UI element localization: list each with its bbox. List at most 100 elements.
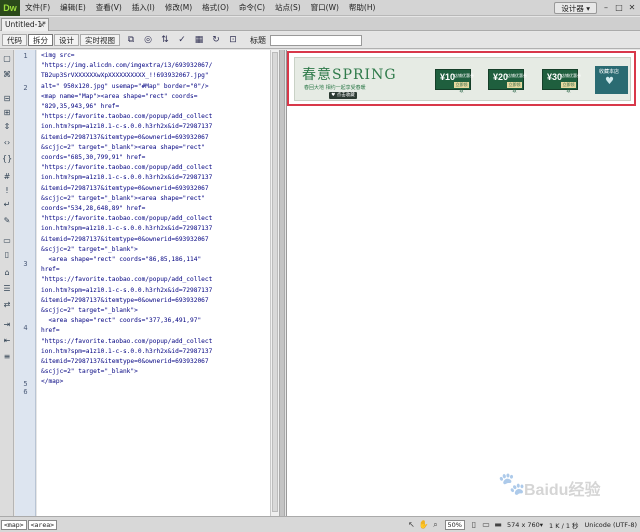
- coupon-30[interactable]: ¥30 店铺优惠券 立即领取: [542, 69, 581, 93]
- code-line[interactable]: coords="534,28,648,89" href=: [41, 205, 145, 213]
- code-line[interactable]: </map>: [41, 378, 63, 386]
- hand-tool-icon[interactable]: ✋: [419, 520, 429, 530]
- word-wrap-icon[interactable]: ↵: [2, 200, 12, 210]
- tag-selector-map[interactable]: <map>: [1, 519, 27, 530]
- split-view-button[interactable]: 拆分: [28, 34, 53, 46]
- code-scrollbar-thumb[interactable]: [272, 52, 278, 512]
- code-line[interactable]: ion.htm?spm=a1z10.1-c-s.0.0.h3rh2x&id=72…: [41, 225, 212, 233]
- syntax-error-icon[interactable]: ✎: [2, 216, 12, 226]
- code-line[interactable]: &scjjc=2" target="_blank"><area shape="r…: [41, 144, 205, 152]
- code-line[interactable]: &itemid=72987137&itemtype=0&ownerid=6939…: [41, 358, 209, 366]
- multiscreen-icon[interactable]: ⧉: [124, 34, 138, 46]
- menu-view[interactable]: 查看(V): [91, 0, 127, 16]
- code-line[interactable]: ion.htm?spm=a1z10.1-c-s.0.0.h3rh2x&id=72…: [41, 123, 212, 131]
- code-line[interactable]: <area shape="rect" coords="86,85,186,114…: [41, 256, 201, 264]
- coupon-20[interactable]: ¥20 店铺优惠券 立即领取: [488, 69, 527, 93]
- code-line[interactable]: "https://favorite.taobao.com/popup/add_c…: [41, 276, 212, 284]
- code-line[interactable]: <area shape="rect" coords="377,36,491,97…: [41, 317, 201, 325]
- coupon-get-button[interactable]: 立即领取: [561, 82, 576, 93]
- code-scrollbar[interactable]: [270, 50, 279, 516]
- design-view-button[interactable]: 设计: [54, 34, 79, 46]
- preview-browser-icon[interactable]: ◎: [141, 34, 155, 46]
- format-source-icon[interactable]: ≡: [2, 352, 12, 362]
- split-divider[interactable]: [279, 50, 285, 516]
- menu-commands[interactable]: 命令(C): [234, 0, 270, 16]
- code-editor[interactable]: <img src= "https://img.alicdn.com/imgextr…: [37, 50, 270, 516]
- banner-image[interactable]: 春意SPRING 春回大地 相约一起享受春暖 ♥ 点击收藏 ¥10 店铺优惠券 …: [294, 57, 631, 101]
- code-line[interactable]: alt=" 950x120.jpg" usemap="#Map" border=…: [41, 83, 209, 91]
- collapse-tag-icon[interactable]: ⊟: [2, 94, 12, 104]
- code-line[interactable]: <img src=: [41, 52, 75, 60]
- file-management-icon[interactable]: ⇅: [158, 34, 172, 46]
- code-line[interactable]: "https://favorite.taobao.com/popup/add_c…: [41, 164, 212, 172]
- code-line[interactable]: "https://img.alicdn.com/imgextra/i3/6939…: [41, 62, 212, 70]
- outdent-icon[interactable]: ⇤: [2, 336, 12, 346]
- menu-help[interactable]: 帮助(H): [344, 0, 381, 16]
- code-line[interactable]: &itemid=72987137&itemtype=0&ownerid=6939…: [41, 297, 209, 305]
- code-line[interactable]: "https://favorite.taobao.com/popup/add_c…: [41, 215, 212, 223]
- close-tab-icon[interactable]: ×: [39, 19, 45, 31]
- menu-window[interactable]: 窗口(W): [306, 0, 344, 16]
- recent-snippets-icon[interactable]: ☰: [2, 284, 12, 294]
- workspace-switcher[interactable]: 设计器 ▾: [554, 1, 597, 14]
- menu-file[interactable]: 文件(F): [20, 0, 55, 16]
- code-line[interactable]: &itemid=72987137&itemtype=0&ownerid=6939…: [41, 134, 209, 142]
- live-view-button[interactable]: 实时视图: [80, 34, 120, 46]
- title-input[interactable]: [270, 34, 362, 46]
- code-line[interactable]: &scjjc=2" target="_blank"><area shape="r…: [41, 195, 205, 203]
- select-tool-icon[interactable]: ↖: [407, 520, 417, 530]
- favorite-store-block[interactable]: 收藏本店 ♥: [595, 66, 628, 94]
- menu-format[interactable]: 格式(O): [197, 0, 234, 16]
- menu-site[interactable]: 站点(S): [270, 0, 306, 16]
- open-documents-icon[interactable]: ▢: [2, 54, 12, 64]
- show-code-navigator-icon[interactable]: ⌘: [2, 70, 12, 80]
- coupon-get-button[interactable]: 立即领取: [507, 82, 522, 93]
- mobile-size-icon[interactable]: ▯: [469, 520, 479, 530]
- tag-selector-area[interactable]: <area>: [27, 519, 58, 530]
- selected-image-frame[interactable]: 春意SPRING 春回大地 相约一起享受春暖 ♥ 点击收藏 ¥10 店铺优惠券 …: [287, 51, 636, 106]
- collapse-selection-icon[interactable]: ⊞: [2, 108, 12, 118]
- apply-comment-icon[interactable]: ▭: [2, 236, 12, 246]
- visual-aids-icon[interactable]: ▦: [192, 34, 206, 46]
- code-line[interactable]: ion.htm?spm=a1z10.1-c-s.0.0.h3rh2x&id=72…: [41, 287, 212, 295]
- inspect-icon[interactable]: ⊡: [226, 34, 240, 46]
- banner-collect-tag[interactable]: ♥ 点击收藏: [329, 92, 357, 99]
- indent-icon[interactable]: ⇥: [2, 320, 12, 330]
- code-line[interactable]: &scjjc=2" target="_blank">: [41, 368, 138, 376]
- code-line[interactable]: href=: [41, 266, 60, 274]
- select-parent-tag-icon[interactable]: ‹›: [2, 138, 12, 148]
- expand-all-icon[interactable]: ⇕: [2, 122, 12, 132]
- code-line[interactable]: &itemid=72987137&itemtype=0&ownerid=6939…: [41, 185, 209, 193]
- remove-comment-icon[interactable]: ▯: [2, 250, 12, 260]
- code-line[interactable]: "https://favorite.taobao.com/popup/add_c…: [41, 338, 212, 346]
- refresh-icon[interactable]: ↻: [209, 34, 223, 46]
- maximize-icon[interactable]: □: [614, 3, 624, 13]
- coupon-10[interactable]: ¥10 店铺优惠券 立即领取: [435, 69, 474, 93]
- code-view-button[interactable]: 代码: [2, 34, 27, 46]
- code-line[interactable]: ion.htm?spm=a1z10.1-c-s.0.0.h3rh2x&id=72…: [41, 174, 212, 182]
- balance-braces-icon[interactable]: {}: [2, 154, 12, 164]
- code-line[interactable]: &scjjc=2" target="_blank">: [41, 246, 138, 254]
- tablet-size-icon[interactable]: ▭: [481, 520, 491, 530]
- coupon-get-button[interactable]: 立即领取: [454, 82, 469, 93]
- code-line[interactable]: "https://favorite.taobao.com/popup/add_c…: [41, 113, 212, 121]
- highlight-invalid-code-icon[interactable]: !: [2, 186, 12, 196]
- wrap-tag-icon[interactable]: ⌂: [2, 268, 12, 278]
- validate-icon[interactable]: ✓: [175, 34, 189, 46]
- code-line[interactable]: &scjjc=2" target="_blank">: [41, 307, 138, 315]
- move-css-icon[interactable]: ⇄: [2, 300, 12, 310]
- zoom-select[interactable]: 50%: [444, 519, 465, 530]
- code-line[interactable]: &itemid=72987137&itemtype=0&ownerid=6939…: [41, 236, 209, 244]
- zoom-tool-icon[interactable]: ⌕: [431, 520, 441, 530]
- design-view[interactable]: 春意SPRING 春回大地 相约一起享受春暖 ♥ 点击收藏 ¥10 店铺优惠券 …: [286, 50, 640, 516]
- line-numbers-icon[interactable]: #: [2, 172, 12, 182]
- close-icon[interactable]: ✕: [627, 3, 637, 13]
- menu-insert[interactable]: 插入(I): [127, 0, 160, 16]
- document-tab[interactable]: Untitled-1* ×: [1, 18, 49, 31]
- code-line[interactable]: TB2up3SrVXXXXXXwXpXXXXXXXXXX_!!693932067…: [41, 72, 209, 80]
- code-line[interactable]: ion.htm?spm=a1z10.1-c-s.0.0.h3rh2x&id=72…: [41, 348, 212, 356]
- window-size[interactable]: 574 x 760▾: [507, 521, 543, 529]
- menu-modify[interactable]: 修改(M): [160, 0, 197, 16]
- menu-edit[interactable]: 编辑(E): [55, 0, 91, 16]
- code-line[interactable]: href=: [41, 327, 60, 335]
